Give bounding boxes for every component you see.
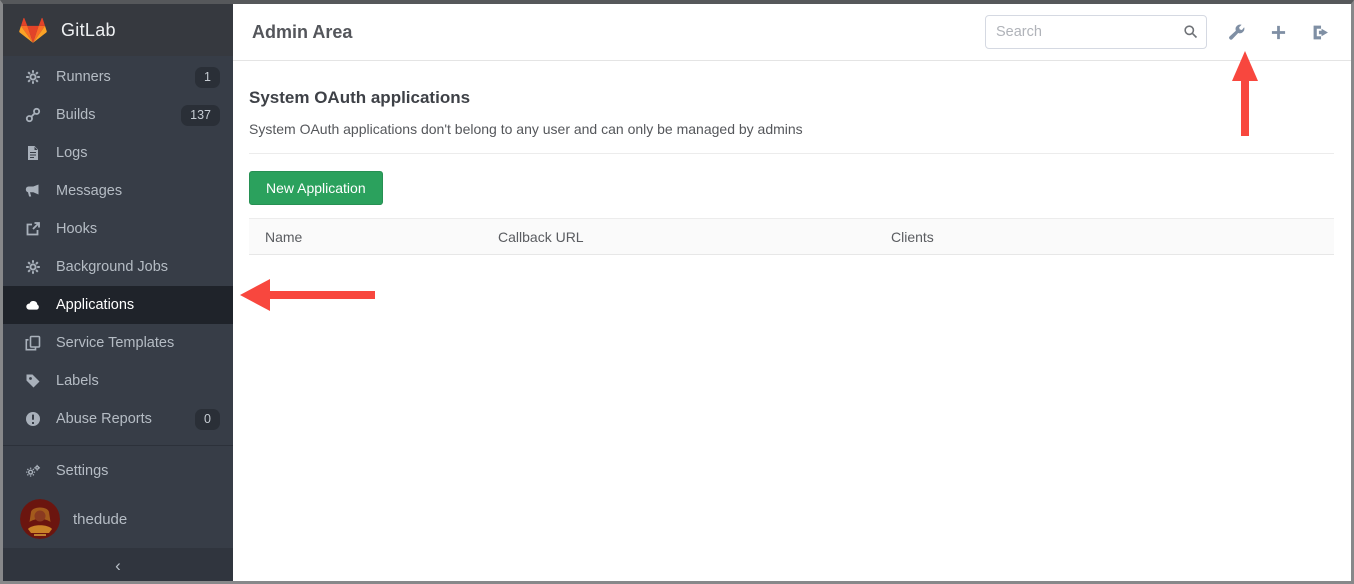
count-badge: 137 <box>181 105 220 126</box>
gear-icon <box>25 69 41 85</box>
section-heading: System OAuth applications <box>249 88 1334 108</box>
gears-icon <box>25 463 41 479</box>
sidebar-item-label: Runners <box>56 69 111 85</box>
sidebar-item-label: Abuse Reports <box>56 411 152 427</box>
sidebar-item-label: Applications <box>56 297 134 313</box>
sidebar-item-label: Builds <box>56 107 96 123</box>
content: System OAuth applications System OAuth a… <box>233 61 1351 255</box>
annotation-arrow-left-shaft <box>268 291 375 299</box>
sidebar-item-builds[interactable]: Builds 137 <box>3 96 233 134</box>
annotation-arrow-up-shaft <box>1241 79 1249 136</box>
tag-icon <box>25 373 41 389</box>
sidebar-nav: Runners 1 Builds 137 Logs Messa <box>3 58 233 438</box>
sidebar-item-label: Background Jobs <box>56 259 168 275</box>
topbar-icons <box>1226 22 1331 43</box>
new-application-button[interactable]: New Application <box>249 171 383 205</box>
sidebar-item-label: Messages <box>56 183 122 199</box>
sidebar-item-label: Hooks <box>56 221 97 237</box>
divider <box>249 153 1334 154</box>
plus-icon <box>1270 24 1287 41</box>
count-badge: 1 <box>195 67 220 88</box>
sidebar-item-label: Logs <box>56 145 87 161</box>
sidebar-logo-header[interactable]: GitLab <box>3 4 233 56</box>
external-link-icon <box>25 221 41 237</box>
sidebar-item-settings[interactable]: Settings <box>3 452 233 490</box>
annotation-arrow-up-head <box>1232 51 1258 81</box>
sidebar-item-service-templates[interactable]: Service Templates <box>3 324 233 362</box>
current-user[interactable]: thedude <box>3 490 233 548</box>
column-header-clients: Clients <box>875 229 1334 245</box>
sidebar-item-label: Service Templates <box>56 335 174 351</box>
count-badge: 0 <box>195 409 220 430</box>
sidebar-item-logs[interactable]: Logs <box>3 134 233 172</box>
exclamation-circle-icon <box>25 411 41 427</box>
annotation-arrow-left-head <box>240 279 270 311</box>
sidebar-item-label: Labels <box>56 373 99 389</box>
link-icon <box>25 107 41 123</box>
gitlab-logo-icon <box>18 15 48 45</box>
table-header-row: Name Callback URL Clients <box>249 218 1334 255</box>
admin-wrench-icon <box>1228 24 1245 41</box>
copy-icon <box>25 335 41 351</box>
sidebar-item-applications[interactable]: Applications <box>3 286 233 324</box>
column-header-name: Name <box>249 229 482 245</box>
sidebar-item-hooks[interactable]: Hooks <box>3 210 233 248</box>
column-header-callback-url: Callback URL <box>482 229 875 245</box>
search-input[interactable] <box>985 15 1207 49</box>
search-box <box>985 15 1207 49</box>
sidebar-item-runners[interactable]: Runners 1 <box>3 58 233 96</box>
sidebar-settings-section: Settings <box>3 445 233 490</box>
username-label: thedude <box>73 511 127 528</box>
sidebar-item-abuse-reports[interactable]: Abuse Reports 0 <box>3 400 233 438</box>
new-item-button[interactable] <box>1268 22 1289 43</box>
chevron-left-icon: ‹ <box>115 556 121 576</box>
bullhorn-icon <box>25 183 41 199</box>
sign-out-icon <box>1312 24 1329 41</box>
sidebar-item-background-jobs[interactable]: Background Jobs <box>3 248 233 286</box>
admin-wrench-button[interactable] <box>1226 22 1247 43</box>
sign-out-button[interactable] <box>1310 22 1331 43</box>
applications-table: Name Callback URL Clients <box>249 218 1334 255</box>
sidebar-collapse-toggle[interactable]: ‹ <box>3 548 233 584</box>
brand-name: GitLab <box>61 20 116 41</box>
sidebar-item-messages[interactable]: Messages <box>3 172 233 210</box>
sidebar: GitLab Runners 1 Builds 137 <box>3 4 233 581</box>
gear-icon <box>25 259 41 275</box>
sidebar-item-label: Settings <box>56 463 108 479</box>
sidebar-item-labels[interactable]: Labels <box>3 362 233 400</box>
main-area: Admin Area <box>233 4 1351 581</box>
search-icon <box>1183 24 1198 39</box>
file-icon <box>25 145 41 161</box>
avatar <box>20 499 60 539</box>
topbar: Admin Area <box>233 4 1351 61</box>
gitlab-admin-window: GitLab Runners 1 Builds 137 <box>0 0 1354 584</box>
section-description: System OAuth applications don't belong t… <box>249 121 1334 137</box>
page-title: Admin Area <box>252 22 352 43</box>
cloud-icon <box>25 297 41 313</box>
